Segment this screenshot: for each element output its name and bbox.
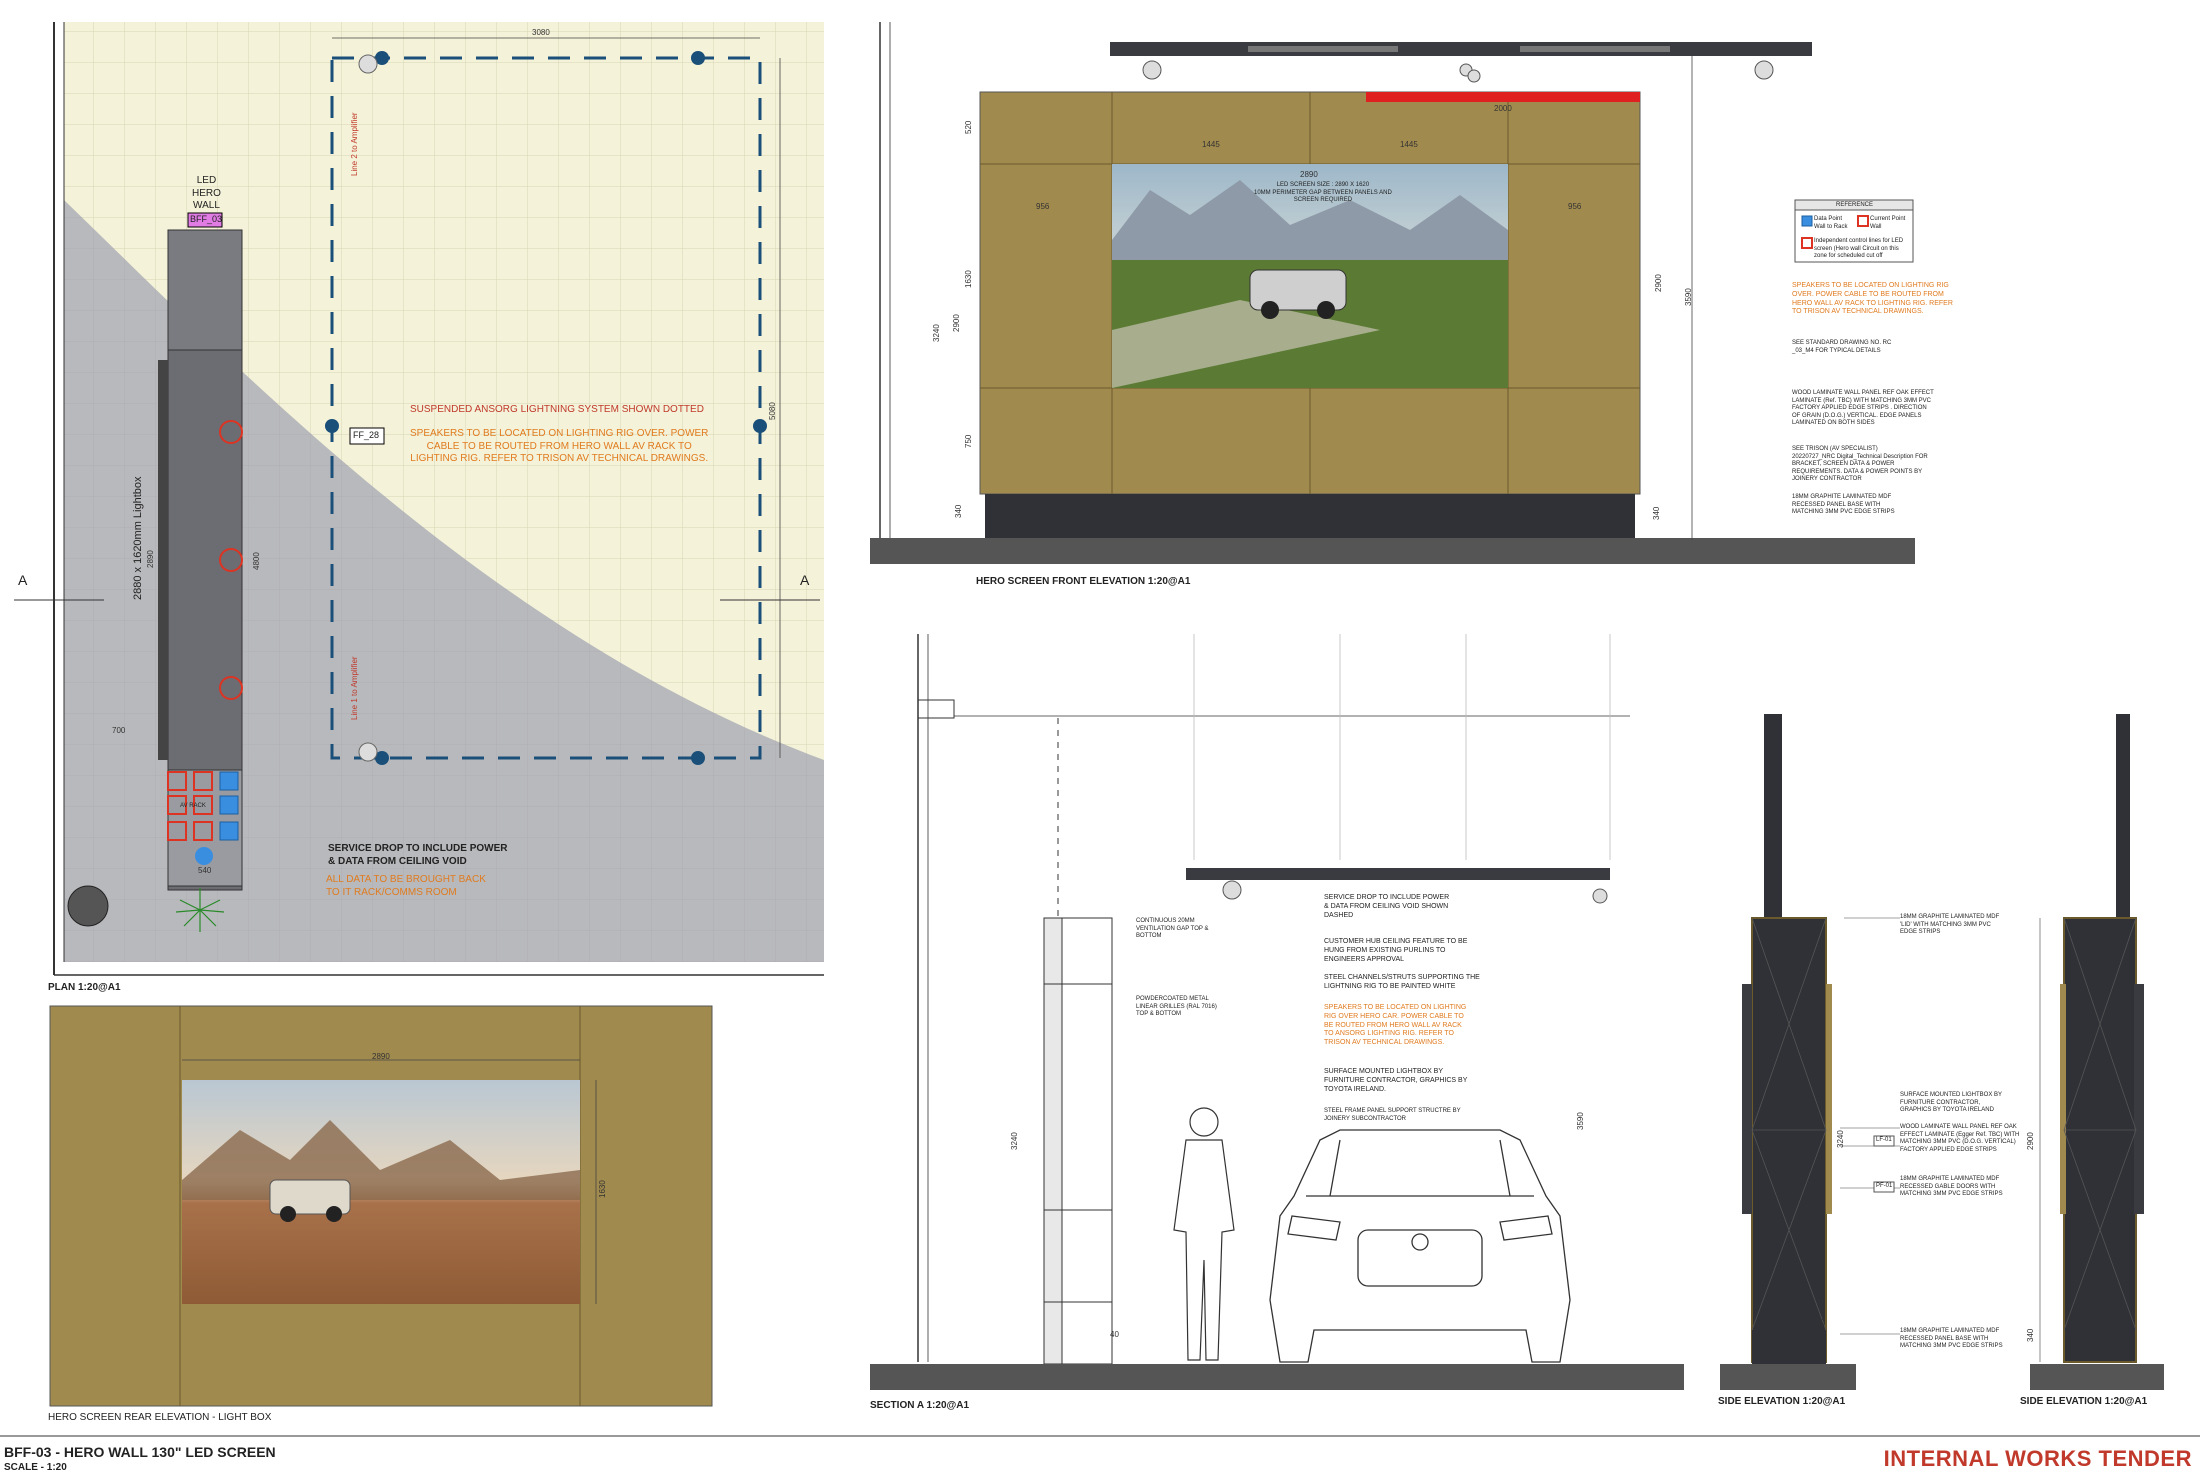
side-1-tag-2: PF-01 <box>1876 1183 1893 1189</box>
front-dim-h-right2: 3590 <box>1684 288 1693 306</box>
front-caption: HERO SCREEN FRONT ELEVATION 1:20@A1 <box>976 576 1191 587</box>
speaker-icon <box>691 51 705 65</box>
side-1-tag-1: LF-01 <box>1876 1137 1892 1143</box>
section-caption: SECTION A 1:20@A1 <box>870 1400 970 1411</box>
section-note-4: SURFACE MOUNTED LIGHTBOX BY FURNITURE CO… <box>1324 1068 1468 1093</box>
plan-av-rack: AV RACK <box>180 803 206 809</box>
section-note-7: POWDERCOATED METAL LINEAR GRILLES (RAL 7… <box>1136 996 1217 1017</box>
front-dim-screen: 2890 <box>1300 170 1318 179</box>
front-elevation <box>870 22 1915 564</box>
speaker-icon <box>325 419 339 433</box>
front-screen-note: LED SCREEN SIZE : 2890 X 1620 10MM PERIM… <box>1254 182 1392 203</box>
section-dim-h-total: 3590 <box>1576 1112 1585 1130</box>
side-1-note-1: 18MM GRAPHITE LAMINATED MDF 'LID' WITH M… <box>1900 914 2000 935</box>
legend-item-2: Current Point Wall <box>1870 216 1906 230</box>
rear-caption: HERO SCREEN REAR ELEVATION - LIGHT BOX <box>48 1412 272 1423</box>
front-dim-h-mid: 1630 <box>964 270 973 288</box>
front-dim-side-l: 956 <box>1036 202 1050 211</box>
person-figure <box>1173 1107 1235 1361</box>
side-1-note-4: 18MM GRAPHITE LAMINATED MDF RECESSED GAB… <box>1900 1176 2003 1197</box>
section-note-2: CUSTOMER HUB CEILING FEATURE TO BE HUNG … <box>1324 938 1468 963</box>
front-base <box>985 494 1635 538</box>
spotlight-icon <box>358 54 378 74</box>
front-dim-base-r: 340 <box>1652 506 1661 520</box>
light-rig-section <box>1186 868 1610 880</box>
plan-line-2: Line 2 to Amplifier <box>350 112 359 176</box>
tender-stamp: INTERNAL WORKS TENDER <box>1883 1446 2192 1471</box>
plan-caption: PLAN 1:20@A1 <box>48 982 121 993</box>
plan-ff-tag: FF_28 <box>353 430 380 440</box>
legend-title: REFERENCE <box>1836 202 1874 208</box>
front-note-orange: SPEAKERS TO BE LOCATED ON LIGHTING RIG O… <box>1792 282 1953 316</box>
side-1-note-2: SURFACE MOUNTED LIGHTBOX BY FURNITURE CO… <box>1900 1092 2003 1113</box>
side-elevation-2 <box>2030 714 2164 1390</box>
section-marker-left: A <box>18 572 28 588</box>
section-note-1: SERVICE DROP TO INCLUDE POWER & DATA FRO… <box>1324 894 1450 919</box>
light-rig-front <box>1110 42 1812 56</box>
sheet-title: BFF-03 - HERO WALL 130" LED SCREEN <box>4 1444 276 1460</box>
front-dim-side-r: 956 <box>1568 202 1582 211</box>
plan-note-orange: SPEAKERS TO BE LOCATED ON LIGHTING RIG O… <box>410 428 709 464</box>
plan-line-1: Line 1 to Amplifier <box>350 656 359 720</box>
plan-service-note: SERVICE DROP TO INCLUDE POWER & DATA FRO… <box>328 843 508 867</box>
sheet-scale: SCALE - 1:20 <box>4 1462 67 1473</box>
plan-lightbox-label: 2880 x 1620mm Lightbox <box>132 476 144 600</box>
section-dim-h: 3240 <box>1010 1132 1019 1150</box>
front-dim-h-top: 520 <box>964 120 973 134</box>
plan-wall-tag: BFF_03 <box>190 214 223 224</box>
side-2-caption: SIDE ELEVATION 1:20@A1 <box>2020 1396 2148 1407</box>
front-dim-half-r: 1445 <box>1400 140 1418 149</box>
side-1-note-3: WOOD LAMINATE WALL PANEL REF OAK EFFECT … <box>1900 1124 2020 1153</box>
side-2-body <box>2063 917 2137 1363</box>
section-a <box>870 634 1684 1390</box>
red-header-strip <box>1366 92 1640 102</box>
plan-dim-base: 540 <box>198 866 212 875</box>
spotlight-icon <box>358 742 378 762</box>
section-note-6: CONTINUOUS 20MM VENTILATION GAP TOP & BO… <box>1136 918 1209 939</box>
front-note-3: SEE TRISON (AV SPECIALIST) 20220727_NRC … <box>1792 446 1928 482</box>
rear-dim-w: 2890 <box>372 1052 390 1061</box>
column-icon <box>67 885 109 927</box>
front-dim-half-l: 1445 <box>1202 140 1220 149</box>
front-dim-h-right: 2900 <box>1654 274 1663 292</box>
plan-dim-right: 5080 <box>768 402 777 420</box>
side-1-dim-h: 3240 <box>1836 1130 1845 1148</box>
section-note-orange: SPEAKERS TO BE LOCATED ON LIGHTING RIG O… <box>1324 1004 1467 1046</box>
front-floor <box>870 538 1915 564</box>
plan-dim-mid: 4800 <box>252 552 261 570</box>
side-elevation-1 <box>1720 714 1900 1390</box>
side-1-note-5: 18MM GRAPHITE LAMINATED MDF RECESSED PAN… <box>1900 1328 2003 1349</box>
front-note-4: 18MM GRAPHITE LAMINATED MDF RECESSED PAN… <box>1792 494 1895 515</box>
plan-wall-label: LED HERO WALL <box>192 175 221 211</box>
legend-item-1: Data Point Wall to Rack <box>1814 216 1848 230</box>
section-note-5: STEEL FRAME PANEL SUPPORT STRUCTRE BY JO… <box>1324 1108 1461 1122</box>
rear-dim-h: 1630 <box>598 1180 607 1198</box>
section-marker-right: A <box>800 572 810 588</box>
speaker-icon <box>691 751 705 765</box>
side-2-dim-h: 2900 <box>2026 1132 2035 1150</box>
speaker-icon <box>753 419 767 433</box>
plan-dim-wall: 2890 <box>146 550 155 568</box>
front-note-1: SEE STANDARD DRAWING NO. RC _03_M4 FOR T… <box>1792 340 1892 354</box>
front-dim-red: 2000 <box>1494 104 1512 113</box>
front-dim-h-base: 340 <box>954 504 963 518</box>
side-2-dim-base: 340 <box>2026 1328 2035 1342</box>
plan-dim-top: 3080 <box>532 28 550 37</box>
rear-elevation <box>49 1005 713 1407</box>
front-dim-h-bot: 750 <box>964 434 973 448</box>
car-front-outline <box>1269 1129 1571 1363</box>
side-1-caption: SIDE ELEVATION 1:20@A1 <box>1718 1396 1846 1407</box>
front-dim-h-total: 2900 <box>952 314 961 332</box>
plan-note-red: SUSPENDED ANSORG LIGHTNING SYSTEM SHOWN … <box>410 404 704 415</box>
front-dim-h-all: 3240 <box>932 324 941 342</box>
plan-dim-depth: 700 <box>112 726 126 735</box>
side-1-dim-base: 20 <box>1816 1318 1825 1327</box>
section-dim-base: 40 <box>1110 1330 1119 1339</box>
side-1-body <box>1751 917 1827 1363</box>
section-floor <box>870 1364 1684 1390</box>
plan-data-note: ALL DATA TO BE BROUGHT BACK TO IT RACK/C… <box>326 874 486 898</box>
front-note-2: WOOD LAMINATE WALL PANEL REF OAK EFFECT … <box>1792 390 1934 426</box>
section-note-3: STEEL CHANNELS/STRUTS SUPPORTING THE LIG… <box>1324 974 1480 990</box>
legend-item-3: Independent control lines for LED screen… <box>1814 238 1904 259</box>
